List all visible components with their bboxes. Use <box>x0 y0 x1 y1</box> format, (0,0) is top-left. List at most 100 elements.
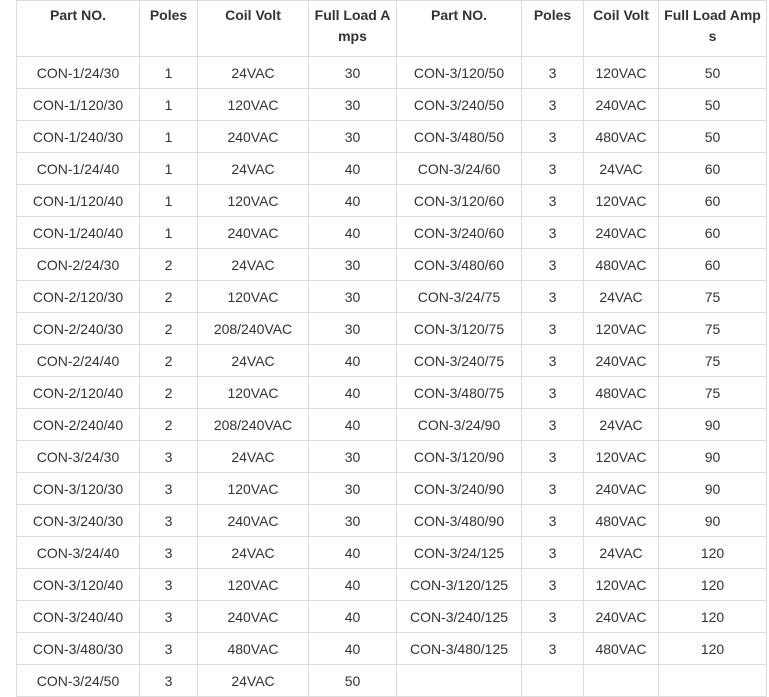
cell-coil-volt-right: 480VAC <box>583 504 659 537</box>
cell-part-no-right: CON-3/120/50 <box>396 56 522 89</box>
header-full-load-amps-left: Full Load Amps <box>308 0 397 57</box>
cell-coil-volt-right: 240VAC <box>583 600 659 633</box>
table-row: CON-2/24/30 2 24VAC 30 CON-3/480/60 3 480VAC 60 <box>16 248 767 281</box>
cell-poles-right: 3 <box>521 376 584 409</box>
cell-part-no-left: CON-1/240/30 <box>16 120 140 153</box>
table-row: CON-2/24/40 2 24VAC 40 CON-3/240/75 3 240VAC 75 <box>16 344 767 377</box>
cell-poles-right: 3 <box>521 56 584 89</box>
cell-coil-volt-left: 24VAC <box>197 152 309 185</box>
cell-poles-right: 3 <box>521 568 584 601</box>
cell-poles-left: 3 <box>139 440 198 473</box>
cell-coil-volt-left: 120VAC <box>197 568 309 601</box>
cell-poles-right <box>521 664 584 697</box>
cell-full-load-amps-right: 60 <box>658 248 767 281</box>
page: Part NO. Poles Coil Volt Full Load Amps … <box>0 0 769 697</box>
cell-full-load-amps-left: 40 <box>308 152 397 185</box>
table-row: CON-2/240/30 2 208/240VAC 30 CON-3/120/75 3 12… <box>16 312 767 345</box>
cell-poles-right: 3 <box>521 408 584 441</box>
cell-part-no-right: CON-3/24/90 <box>396 408 522 441</box>
cell-poles-left: 3 <box>139 568 198 601</box>
cell-poles-left: 2 <box>139 376 198 409</box>
cell-coil-volt-left: 24VAC <box>197 344 309 377</box>
table-body: CON-1/24/30 1 24VAC 30 CON-3/120/50 3 120VAC 50… <box>16 56 767 697</box>
cell-poles-right: 3 <box>521 600 584 633</box>
cell-part-no-left: CON-3/24/50 <box>16 664 140 697</box>
cell-full-load-amps-right: 50 <box>658 56 767 89</box>
cell-coil-volt-right: 480VAC <box>583 632 659 665</box>
cell-part-no-left: CON-2/240/40 <box>16 408 140 441</box>
cell-poles-right: 3 <box>521 440 584 473</box>
cell-full-load-amps-left: 40 <box>308 184 397 217</box>
cell-part-no-left: CON-3/240/30 <box>16 504 140 537</box>
cell-part-no-left: CON-3/24/40 <box>16 536 140 569</box>
cell-poles-right: 3 <box>521 248 584 281</box>
cell-coil-volt-right: 120VAC <box>583 312 659 345</box>
cell-poles-left: 1 <box>139 216 198 249</box>
table-row: CON-2/240/40 2 208/240VAC 40 CON-3/24/90 3 24V… <box>16 408 767 441</box>
cell-part-no-right: CON-3/120/75 <box>396 312 522 345</box>
cell-poles-right: 3 <box>521 504 584 537</box>
cell-part-no-right: CON-3/480/75 <box>396 376 522 409</box>
cell-coil-volt-right: 120VAC <box>583 56 659 89</box>
cell-coil-volt-right: 240VAC <box>583 472 659 505</box>
cell-poles-right: 3 <box>521 216 584 249</box>
cell-part-no-right: CON-3/240/50 <box>396 88 522 121</box>
cell-coil-volt-right: 480VAC <box>583 376 659 409</box>
cell-part-no-left: CON-2/120/30 <box>16 280 140 313</box>
cell-part-no-right: CON-3/120/125 <box>396 568 522 601</box>
cell-part-no-right: CON-3/480/125 <box>396 632 522 665</box>
cell-poles-right: 3 <box>521 472 584 505</box>
header-coil-volt-left: Coil Volt <box>197 0 309 57</box>
cell-full-load-amps-right: 90 <box>658 440 767 473</box>
contactor-spec-table: Part NO. Poles Coil Volt Full Load Amps … <box>16 0 767 697</box>
cell-poles-left: 3 <box>139 664 198 697</box>
cell-coil-volt-right: 240VAC <box>583 216 659 249</box>
cell-coil-volt-right: 24VAC <box>583 536 659 569</box>
cell-full-load-amps-left: 30 <box>308 440 397 473</box>
cell-part-no-right: CON-3/24/60 <box>396 152 522 185</box>
cell-full-load-amps-left: 30 <box>308 248 397 281</box>
cell-full-load-amps-left: 30 <box>308 56 397 89</box>
cell-part-no-left: CON-1/240/40 <box>16 216 140 249</box>
cell-part-no-right: CON-3/24/125 <box>396 536 522 569</box>
cell-full-load-amps-left: 40 <box>308 632 397 665</box>
header-poles-right: Poles <box>521 0 584 57</box>
cell-full-load-amps-right: 90 <box>658 408 767 441</box>
cell-full-load-amps-right: 120 <box>658 536 767 569</box>
cell-poles-left: 3 <box>139 600 198 633</box>
cell-poles-left: 1 <box>139 120 198 153</box>
cell-poles-left: 1 <box>139 88 198 121</box>
cell-full-load-amps-right: 75 <box>658 344 767 377</box>
cell-poles-right: 3 <box>521 536 584 569</box>
cell-full-load-amps-right: 60 <box>658 152 767 185</box>
cell-coil-volt-right: 120VAC <box>583 568 659 601</box>
cell-poles-right: 3 <box>521 88 584 121</box>
cell-poles-left: 2 <box>139 408 198 441</box>
cell-part-no-left: CON-1/24/30 <box>16 56 140 89</box>
cell-poles-left: 1 <box>139 152 198 185</box>
cell-poles-left: 3 <box>139 536 198 569</box>
cell-part-no-left: CON-2/240/30 <box>16 312 140 345</box>
cell-coil-volt-left: 24VAC <box>197 248 309 281</box>
cell-poles-right: 3 <box>521 120 584 153</box>
cell-full-load-amps-right: 75 <box>658 312 767 345</box>
table-header: Part NO. Poles Coil Volt Full Load Amps … <box>16 0 767 57</box>
cell-coil-volt-left: 120VAC <box>197 184 309 217</box>
cell-full-load-amps-left: 30 <box>308 88 397 121</box>
cell-poles-left: 2 <box>139 248 198 281</box>
table-row: CON-1/24/40 1 24VAC 40 CON-3/24/60 3 24VAC 60 <box>16 152 767 185</box>
cell-full-load-amps-left: 40 <box>308 600 397 633</box>
cell-coil-volt-left: 120VAC <box>197 88 309 121</box>
cell-full-load-amps-left: 30 <box>308 280 397 313</box>
cell-full-load-amps-right: 120 <box>658 600 767 633</box>
cell-part-no-right: CON-3/120/90 <box>396 440 522 473</box>
cell-full-load-amps-right: 50 <box>658 120 767 153</box>
cell-full-load-amps-left: 40 <box>308 536 397 569</box>
cell-coil-volt-right: 120VAC <box>583 440 659 473</box>
cell-part-no-right: CON-3/240/125 <box>396 600 522 633</box>
cell-part-no-left: CON-1/120/30 <box>16 88 140 121</box>
table-row: CON-3/120/40 3 120VAC 40 CON-3/120/125 3 120VA… <box>16 568 767 601</box>
cell-full-load-amps-right: 60 <box>658 216 767 249</box>
table-row: CON-1/240/40 1 240VAC 40 CON-3/240/60 3 240VAC… <box>16 216 767 249</box>
cell-coil-volt-right: 120VAC <box>583 184 659 217</box>
